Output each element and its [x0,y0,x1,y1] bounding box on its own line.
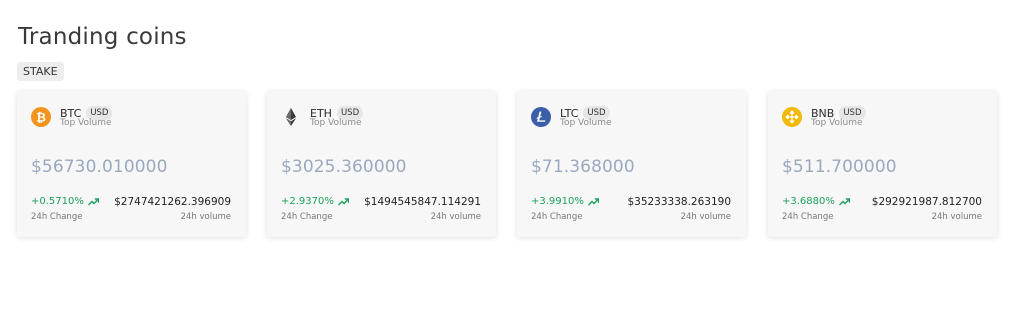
volume-value: $35233338.263190 [627,196,731,208]
coin-subtitle: Top Volume [60,118,112,128]
change-label: 24h Change [281,212,333,222]
coin-price: $511.700000 [782,157,897,177]
volume-label: 24h volume [680,212,731,222]
change-value: +3.9910% [531,196,584,207]
trending-up-icon [587,197,599,206]
change-row: +0.5710% [31,196,99,207]
coin-price: $56730.010000 [31,157,168,177]
change-label: 24h Change [31,212,83,222]
coin-subtitle: Top Volume [811,118,863,128]
change-row: +2.9370% [281,196,349,207]
coin-card-btc[interactable]: ₿ BTC USD Top Volume $56730.010000 +0.57… [17,91,246,237]
coin-card-bnb[interactable]: BNB USD Top Volume $511.700000 +3.6880% … [768,91,997,237]
coin-cards: ₿ BTC USD Top Volume $56730.010000 +0.57… [17,91,1007,239]
coin-price: $3025.360000 [281,157,407,177]
change-value: +3.6880% [782,196,835,207]
change-label: 24h Change [531,212,583,222]
trending-up-icon [87,197,99,206]
change-row: +3.9910% [531,196,599,207]
coin-card-ltc[interactable]: LTC USD Top Volume $71.368000 +3.9910% 2… [517,91,746,237]
volume-label: 24h volume [931,212,982,222]
coin-subtitle: Top Volume [560,118,612,128]
coin-subtitle: Top Volume [310,118,362,128]
svg-text:₿: ₿ [36,111,46,125]
volume-value: $1494545847.114291 [364,196,481,208]
volume-label: 24h volume [180,212,231,222]
volume-label: 24h volume [430,212,481,222]
coin-price: $71.368000 [531,157,635,177]
change-value: +0.5710% [31,196,84,207]
coin-card-eth[interactable]: ETH USD Top Volume $3025.360000 +2.9370%… [267,91,496,237]
trending-up-icon [337,197,349,206]
change-label: 24h Change [782,212,834,222]
binance-icon [782,107,802,127]
page-title: Tranding coins [18,24,187,50]
trending-up-icon [838,197,850,206]
bitcoin-icon: ₿ [31,107,51,127]
ethereum-icon [281,107,301,127]
volume-value: $292921987.812700 [871,196,982,208]
volume-value: $2747421262.396909 [114,196,231,208]
litecoin-icon [531,107,551,127]
change-value: +2.9370% [281,196,334,207]
stake-tag[interactable]: STAKE [17,62,64,81]
change-row: +3.6880% [782,196,850,207]
